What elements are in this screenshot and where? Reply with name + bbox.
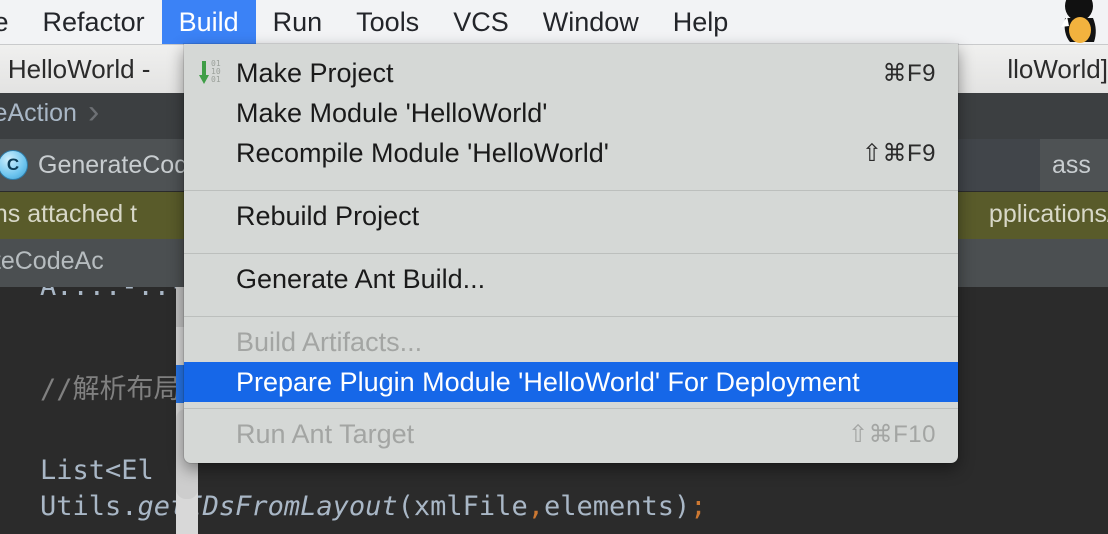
menu-refactor[interactable]: Refactor bbox=[26, 0, 162, 44]
menu-window[interactable]: Window bbox=[526, 0, 656, 44]
code-line-call: Utils.getIDsFromLayout(xmlFile,elements)… bbox=[40, 491, 707, 522]
menu-item-shortcut: ⇧⌘F9 bbox=[862, 139, 936, 168]
menu-spacer bbox=[184, 236, 958, 247]
chevron-right-icon: › bbox=[88, 93, 99, 132]
menu-spacer bbox=[184, 299, 958, 310]
menu-tools[interactable]: Tools bbox=[339, 0, 436, 44]
menu-item-shortcut: ⇧⌘F10 bbox=[848, 420, 936, 449]
menu-spacer bbox=[184, 173, 958, 184]
window-title-left: - HelloWorld - bbox=[0, 54, 150, 85]
menu-separator bbox=[184, 184, 958, 196]
penguin-icon[interactable] bbox=[1050, 0, 1104, 44]
menu-separator bbox=[184, 247, 958, 259]
editor-tab-secondary[interactable]: ass × C U bbox=[1040, 139, 1108, 191]
code-line-comment: //解析布局 bbox=[40, 367, 181, 406]
menu-separator bbox=[184, 402, 958, 414]
menu-build[interactable]: Build bbox=[162, 0, 256, 44]
menu-run[interactable]: Run bbox=[256, 0, 340, 44]
code-token-arg1: xmlFile bbox=[414, 491, 528, 522]
menu-item-label: Make Module 'HelloWorld' bbox=[236, 98, 547, 129]
menu-item-run-ant-target[interactable]: Run Ant Target ⇧⌘F10 bbox=[184, 414, 958, 454]
menu-item-label: Generate Ant Build... bbox=[236, 264, 485, 295]
menu-separator bbox=[184, 310, 958, 322]
menu-item-generate-ant-build[interactable]: Generate Ant Build... bbox=[184, 259, 958, 299]
notification-text-left: ons attached t bbox=[0, 200, 137, 229]
code-token-semicolon: ; bbox=[690, 491, 706, 522]
binary-bit-bot: 01 bbox=[211, 75, 221, 84]
notification-text-right: pplications/ bbox=[989, 200, 1108, 229]
menu-help[interactable]: Help bbox=[656, 0, 746, 44]
menu-item-prepare-plugin-module[interactable]: Prepare Plugin Module 'HelloWorld' For D… bbox=[184, 362, 958, 402]
menu-item-make-project[interactable]: 01 10 01 Make Project ⌘F9 bbox=[184, 53, 958, 93]
menu-item-label: Run Ant Target bbox=[236, 419, 414, 450]
menu-bar[interactable]: te Refactor Build Run Tools VCS Window H… bbox=[0, 0, 1108, 45]
menu-item-shortcut: ⌘F9 bbox=[882, 59, 936, 88]
menu-vcs[interactable]: VCS bbox=[436, 0, 526, 44]
menu-clipped-first[interactable]: te bbox=[0, 0, 26, 44]
make-project-icon: 01 10 01 bbox=[198, 60, 230, 86]
window-title-right: lloWorld] bbox=[1007, 54, 1108, 85]
editor-tab-generatecode[interactable]: C GenerateCode bbox=[0, 139, 214, 191]
structure-text: ateCodeAc bbox=[0, 247, 104, 276]
build-dropdown-menu[interactable]: 01 10 01 Make Project ⌘F9 Make Module 'H… bbox=[184, 44, 958, 463]
code-token-arg2: elements bbox=[544, 491, 674, 522]
code-token-close-paren: ) bbox=[674, 491, 690, 522]
editor-tab-label: GenerateCode bbox=[38, 151, 202, 180]
menu-item-label: Make Project bbox=[236, 58, 394, 89]
menu-item-label: Rebuild Project bbox=[236, 201, 419, 232]
menu-item-recompile-module[interactable]: Recompile Module 'HelloWorld' ⇧⌘F9 bbox=[184, 133, 958, 173]
editor-tab-label: ass bbox=[1052, 151, 1091, 180]
menu-item-make-module[interactable]: Make Module 'HelloWorld' bbox=[184, 93, 958, 133]
class-icon: C bbox=[0, 150, 28, 180]
menu-item-label: Build Artifacts... bbox=[236, 327, 422, 358]
code-token-open-paren: ( bbox=[398, 491, 414, 522]
menu-item-build-artifacts[interactable]: Build Artifacts... bbox=[184, 322, 958, 362]
menu-item-rebuild-project[interactable]: Rebuild Project bbox=[184, 196, 958, 236]
code-line: List<El bbox=[40, 455, 154, 486]
breadcrumb-item[interactable]: leAction bbox=[0, 99, 77, 128]
code-token-prefix: Utils. bbox=[40, 491, 138, 522]
menu-item-label: Prepare Plugin Module 'HelloWorld' For D… bbox=[236, 367, 860, 398]
menu-item-label: Recompile Module 'HelloWorld' bbox=[236, 138, 609, 169]
code-token-comma: , bbox=[528, 491, 544, 522]
down-arrow-icon bbox=[199, 61, 209, 85]
